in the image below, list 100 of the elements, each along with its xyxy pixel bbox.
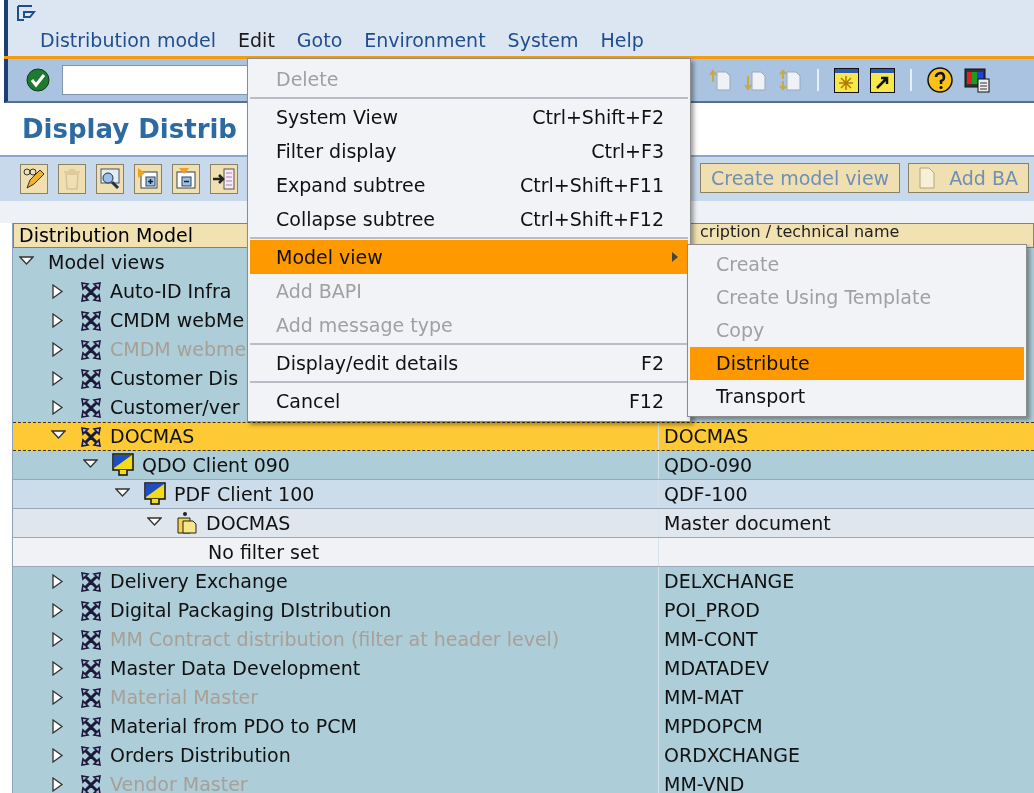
crossed-arrows-icon (80, 657, 102, 680)
crossed-arrows-icon (80, 715, 102, 738)
menu-option[interactable]: Expand subtree Ctrl+Shift+F11 (250, 168, 688, 202)
tree-row[interactable]: Orders Distribution ORDXCHANGE (13, 741, 1034, 770)
search-button[interactable] (96, 164, 124, 194)
expand-arrow-icon[interactable] (51, 371, 66, 386)
crossed-arrows-icon (80, 686, 102, 709)
node-description: MM-MAT (664, 685, 744, 711)
crossed-arrows-icon (80, 744, 102, 767)
arrow-document-icon (211, 166, 237, 192)
crossed-arrows-icon (80, 280, 102, 303)
tree-row[interactable]: Master Data Development MDATADEV (13, 654, 1034, 683)
node-label: PDF Client 100 (174, 481, 315, 507)
tree-row[interactable]: PDF Client 100 QDF-100 (13, 480, 1034, 509)
expand-arrow-icon[interactable] (51, 603, 66, 618)
expand-arrow-icon[interactable] (51, 661, 66, 676)
menu-option[interactable]: Model view (250, 240, 688, 274)
crossed-arrows-icon (80, 599, 102, 622)
node-description: DOCMAS (664, 424, 749, 450)
tree-row[interactable]: Digital Packaging DIstribution POI_PROD (13, 596, 1034, 625)
node-label: Master Data Development (110, 656, 361, 682)
menu-option[interactable]: Filter display Ctrl+F3 (250, 134, 688, 168)
trash-button[interactable] (58, 164, 86, 194)
tree-row[interactable]: Material from PDO to PCM MPDOPCM (13, 712, 1034, 741)
menu-item[interactable]: Environment (364, 25, 486, 55)
node-description: ORDXCHANGE (664, 743, 800, 769)
crossed-arrows-icon (80, 338, 102, 361)
node-label: Customer/ver (110, 395, 240, 421)
menu-option[interactable]: Transport (690, 380, 1024, 413)
collapse-button[interactable] (172, 164, 200, 194)
crossed-arrows-icon (80, 570, 102, 593)
column-header[interactable]: cription / technical name (700, 224, 900, 240)
expand-icon (135, 166, 161, 192)
monitor-icon (144, 482, 166, 506)
menu-option[interactable]: Distribute (690, 347, 1024, 380)
node-description: MM-VND (664, 772, 745, 793)
arrow-document-button[interactable] (210, 164, 238, 194)
menu-item[interactable]: Distribution model (40, 25, 217, 55)
shortcut-label: Ctrl+Shift+F2 (532, 104, 664, 130)
tree-row[interactable]: DOCMAS DOCMAS (13, 422, 1034, 451)
menu-item[interactable]: System (507, 25, 579, 55)
collapse-icon (173, 166, 199, 192)
node-label: Model views (48, 250, 165, 276)
menu-item[interactable]: Goto (296, 25, 343, 55)
shortcut-label: Ctrl+Shift+F11 (520, 172, 664, 198)
node-label: Customer Dis (110, 366, 239, 392)
layout-icon[interactable] (964, 67, 990, 93)
tree-row[interactable]: DOCMAS Master document (13, 509, 1034, 538)
menu-option[interactable]: Display/edit details F2 (250, 346, 688, 380)
expand-arrow-icon[interactable] (51, 574, 66, 589)
expand-arrow-icon[interactable] (51, 400, 66, 415)
monitor-icon (112, 453, 134, 477)
menu-item[interactable]: Help (600, 25, 644, 55)
expand-arrow-icon[interactable] (51, 719, 66, 734)
help-icon[interactable] (927, 67, 953, 93)
crossed-arrows-icon (80, 367, 102, 390)
node-label: Auto-ID Infra (110, 279, 232, 305)
crossed-arrows-icon (80, 309, 102, 332)
screen-title: Display Distrib (22, 112, 237, 146)
node-label: Digital Packaging DIstribution (110, 598, 392, 624)
node-description: QDO-090 (664, 452, 753, 478)
node-description: MM-CONT (664, 627, 758, 653)
menu-item[interactable]: Edit (238, 25, 275, 55)
tree-row[interactable]: No filter set (13, 538, 1034, 567)
node-description: MPDOPCM (664, 714, 763, 740)
node-description: MDATADEV (664, 656, 769, 682)
shortcut-label: Ctrl+Shift+F12 (520, 206, 664, 232)
edit-icon (21, 166, 47, 192)
node-label: No filter set (208, 539, 320, 565)
document-icon (176, 511, 198, 535)
node-label: Material Master (110, 685, 259, 711)
window-icon (16, 4, 36, 22)
node-label: CMDM webMe (110, 308, 245, 334)
shortcut-label: F12 (628, 388, 664, 414)
menu-option[interactable]: Cancel F12 (250, 384, 688, 418)
shortcut-window-icon[interactable] (870, 67, 895, 93)
tree-row[interactable]: Delivery Exchange DELXCHANGE (13, 567, 1034, 596)
menu-option[interactable]: Collapse subtree Ctrl+Shift+F12 (250, 202, 688, 236)
expand-arrow-icon[interactable] (51, 748, 66, 763)
crossed-arrows-icon (80, 628, 102, 651)
expand-button[interactable] (134, 164, 162, 194)
check-icon[interactable] (26, 68, 50, 92)
menu-option[interactable]: System View Ctrl+Shift+F2 (250, 100, 688, 134)
node-label: DOCMAS (206, 510, 291, 536)
node-label: Orders Distribution (110, 743, 291, 769)
node-description: POI_PROD (664, 598, 760, 624)
node-label: MM Contract distribution (filter at header level) (110, 627, 560, 653)
node-label: Delivery Exchange (110, 569, 288, 595)
new-window-icon[interactable] (834, 67, 859, 93)
node-label: DOCMAS (110, 424, 195, 450)
expand-arrow-icon[interactable] (51, 284, 66, 299)
node-description: Master document (664, 510, 831, 536)
node-label: Material from PDO to PCM (110, 714, 357, 740)
node-label: CMDM webme (110, 337, 247, 363)
shortcut-label: Ctrl+F3 (591, 138, 664, 164)
edit-button[interactable] (20, 164, 48, 194)
node-label: QDO Client 090 (142, 452, 290, 478)
tree-row[interactable]: QDO Client 090 QDO-090 (13, 451, 1034, 480)
crossed-arrows-icon (80, 396, 102, 419)
expand-arrow-icon[interactable] (51, 313, 66, 328)
